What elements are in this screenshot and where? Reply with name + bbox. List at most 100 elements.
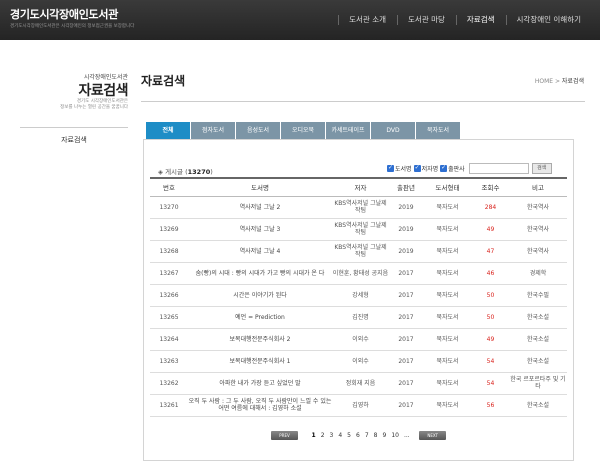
page-number[interactable]: 2 bbox=[321, 432, 325, 439]
table-row[interactable]: 13270 역사저널 그날 2 KBS역사저널 그날제작팀 2019 묵자도서 284 한국… bbox=[150, 196, 567, 219]
nav-item-library-yard[interactable]: 도서관 마당 bbox=[397, 0, 456, 40]
next-button[interactable]: NEXT bbox=[419, 431, 447, 440]
count-value: 13270 bbox=[187, 168, 211, 176]
nav-item-understanding[interactable]: 시각장애인 이해하기 bbox=[505, 0, 592, 40]
pagination: PREV 1 2 3 4 5 6 7 8 9 10... NEXT bbox=[271, 431, 447, 440]
row-title[interactable]: 예언 = Prediction bbox=[188, 306, 332, 329]
site-logo[interactable]: 경기도시각장애인도서관 bbox=[10, 6, 118, 22]
results-table: 번호 도서명 저자 출판년 도서형태 조회수 비고 13270 역사저널 그날 2… bbox=[150, 177, 567, 417]
title-divider bbox=[141, 101, 585, 102]
prev-button[interactable]: PREV bbox=[271, 431, 298, 440]
page-number[interactable]: 8 bbox=[374, 432, 378, 439]
page-number[interactable]: 7 bbox=[365, 432, 369, 439]
row-year: 2019 bbox=[389, 240, 423, 263]
table-row[interactable]: 13261 오직 두 사람 : 그 두 사람, 오직 두 사람만이 느낄 수 있는… bbox=[150, 394, 567, 417]
table-row[interactable]: 13268 역사저널 그날 4 KBS역사저널 그날제작팀 2019 묵자도서 47 한국역… bbox=[150, 240, 567, 263]
col-title: 도서명 bbox=[188, 177, 332, 197]
filter-title[interactable]: 도서명 bbox=[387, 164, 412, 173]
page-number[interactable]: 5 bbox=[347, 432, 351, 439]
row-title[interactable]: 보복대행전문주식회사 2 bbox=[188, 328, 332, 351]
row-note: 한국소설 bbox=[509, 306, 567, 329]
row-year: 2017 bbox=[389, 306, 423, 329]
row-year: 2017 bbox=[389, 350, 423, 373]
row-author: 이외수 bbox=[332, 350, 389, 373]
row-title[interactable]: 보복대행전문주식회사 1 bbox=[188, 350, 332, 373]
row-title[interactable]: 아파한 내가 가장 듣고 싶었던 말 bbox=[188, 372, 332, 395]
row-type: 묵자도서 bbox=[423, 350, 472, 373]
tab-print[interactable]: 묵자도서 bbox=[416, 122, 460, 139]
filter-publisher-label: 출판사 bbox=[448, 166, 465, 173]
table-row[interactable]: 13264 보복대행전문주식회사 2 이외수 2017 묵자도서 49 한국소설 bbox=[150, 328, 567, 351]
row-title[interactable]: 역사저널 그날 3 bbox=[188, 218, 332, 241]
row-author: 김진명 bbox=[332, 306, 389, 329]
row-number: 13270 bbox=[150, 196, 188, 219]
tab-braille[interactable]: 점자도서 bbox=[191, 122, 235, 139]
row-title[interactable]: 역사저널 그날 4 bbox=[188, 240, 332, 263]
filter-author[interactable]: 저자명 bbox=[413, 164, 438, 173]
filter-title-label: 도서명 bbox=[395, 166, 412, 173]
tab-all[interactable]: 전체 bbox=[146, 122, 190, 139]
filter-publisher[interactable]: 출판사 bbox=[440, 164, 465, 173]
table-row[interactable]: 13269 역사저널 그날 3 KBS역사저널 그날제작팀 2019 묵자도서 49 한국역… bbox=[150, 218, 567, 241]
row-author: 강세형 bbox=[332, 284, 389, 307]
row-title[interactable]: 오직 두 사람 : 그 두 사람, 오직 두 사람만이 느낄 수 있는 어떤 여… bbox=[188, 394, 332, 417]
table-row[interactable]: 13262 아파한 내가 가장 듣고 싶었던 말 정회재 지음 2017 묵자도서 54 한… bbox=[150, 372, 567, 395]
col-hits: 조회수 bbox=[472, 177, 509, 197]
page-number[interactable]: 9 bbox=[382, 432, 386, 439]
tab-cassette[interactable]: 카세트테이프 bbox=[326, 122, 370, 139]
table-row[interactable]: 13266 시간은 이야기가 된다 강세형 2017 묵자도서 50 한국수필 bbox=[150, 284, 567, 307]
sidebar-desc-line-2: 정보를 나누는 열린 공간을 꿈꿉니다 bbox=[60, 105, 128, 110]
row-title[interactable]: 숨(빵)의 시대 : 빵의 시대가 가고 빵의 시대가 온 다 bbox=[188, 262, 332, 285]
row-hits: 284 bbox=[472, 196, 509, 219]
sidebar-item-search[interactable]: 자료검색 bbox=[20, 135, 128, 145]
row-type: 묵자도서 bbox=[423, 372, 472, 395]
row-type: 묵자도서 bbox=[423, 218, 472, 241]
row-hits: 54 bbox=[472, 372, 509, 395]
search-button[interactable]: 검색 bbox=[531, 163, 552, 174]
row-title[interactable]: 시간은 이야기가 된다 bbox=[188, 284, 332, 307]
search-filters: 도서명 저자명 출판사 검색 bbox=[387, 163, 552, 174]
table-row[interactable]: 13267 숨(빵)의 시대 : 빵의 시대가 가고 빵의 시대가 온 다 이현훈,… bbox=[150, 262, 567, 285]
checkbox-icon[interactable] bbox=[387, 164, 394, 172]
main-nav: 도서관 소개 도서관 마당 자료검색 시각장애인 이해하기 bbox=[338, 0, 592, 40]
page-number[interactable]: 1 bbox=[312, 432, 316, 439]
row-note: 한국소설 bbox=[509, 350, 567, 373]
col-number: 번호 bbox=[150, 177, 188, 197]
search-input[interactable] bbox=[468, 163, 529, 174]
page-number[interactable]: 3 bbox=[330, 432, 334, 439]
row-title[interactable]: 역사저널 그날 2 bbox=[188, 196, 332, 219]
tab-audiobook[interactable]: 오디오북 bbox=[281, 122, 325, 139]
tab-audio-book[interactable]: 음성도서 bbox=[236, 122, 280, 139]
row-year: 2017 bbox=[389, 262, 423, 285]
sidebar-description: 경기도 시각장애인도서관은 정보를 나누는 열린 공간을 꿈꿉니다 bbox=[20, 99, 128, 111]
top-header: 경기도시각장애인도서관 경기도시각장애인도서관은 시각장애인의 정보접근권을 보… bbox=[0, 0, 600, 40]
table-row[interactable]: 13263 보복대행전문주식회사 1 이외수 2017 묵자도서 54 한국소설 bbox=[150, 350, 567, 373]
breadcrumb: HOME > 자료검색 bbox=[535, 76, 584, 85]
row-number: 13269 bbox=[150, 218, 188, 241]
table-row[interactable]: 13265 예언 = Prediction 김진명 2017 묵자도서 50 한국소설 bbox=[150, 306, 567, 329]
tab-dvd[interactable]: DVD bbox=[371, 122, 415, 139]
page-number[interactable]: 6 bbox=[356, 432, 360, 439]
page-number[interactable]: 4 bbox=[338, 432, 342, 439]
table-body: 13270 역사저널 그날 2 KBS역사저널 그날제작팀 2019 묵자도서 284 한국… bbox=[150, 196, 567, 417]
nav-item-search[interactable]: 자료검색 bbox=[455, 0, 506, 40]
breadcrumb-home[interactable]: HOME bbox=[535, 78, 553, 85]
nav-item-library-intro[interactable]: 도서관 소개 bbox=[338, 0, 397, 40]
checkbox-icon[interactable] bbox=[413, 164, 421, 172]
row-hits: 47 bbox=[472, 240, 509, 263]
row-author: 김영하 bbox=[332, 394, 389, 417]
row-author: KBS역사저널 그날제작팀 bbox=[332, 196, 389, 219]
row-hits: 49 bbox=[472, 218, 509, 241]
page-more[interactable]: ... bbox=[404, 432, 410, 439]
row-year: 2017 bbox=[389, 284, 423, 307]
row-year: 2019 bbox=[389, 196, 423, 219]
checkbox-icon[interactable] bbox=[440, 164, 448, 172]
row-number: 13266 bbox=[150, 284, 188, 307]
breadcrumb-current: 자료검색 bbox=[561, 78, 584, 85]
row-number: 13264 bbox=[150, 328, 188, 351]
page-number[interactable]: 10 bbox=[391, 432, 399, 439]
row-number: 13262 bbox=[150, 372, 188, 395]
row-author: 이현훈, 황태성 공지음 bbox=[332, 262, 389, 285]
row-type: 묵자도서 bbox=[423, 394, 472, 417]
row-author: 이외수 bbox=[332, 328, 389, 351]
